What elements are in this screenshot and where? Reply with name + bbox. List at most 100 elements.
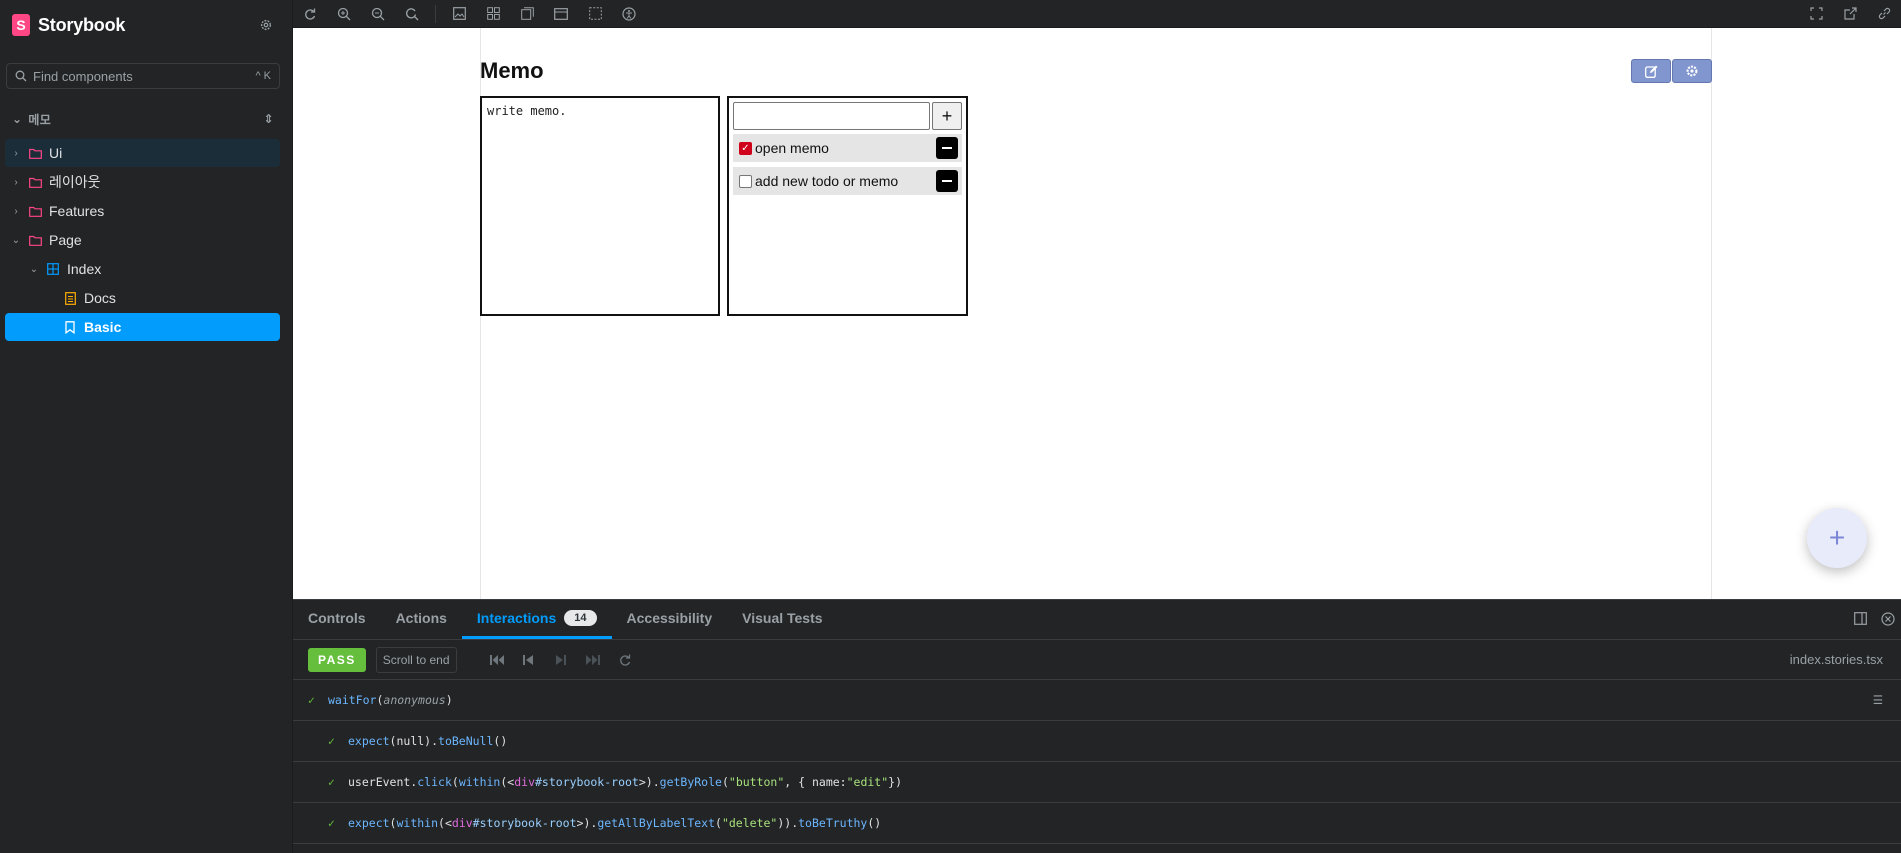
tab-label: Controls (308, 610, 366, 626)
section-header[interactable]: ⌄ 메모 ⇕ (12, 109, 274, 129)
interaction-count-badge: 14 (564, 610, 597, 626)
step-code: within (396, 816, 439, 830)
brand[interactable]: S Storybook (12, 14, 125, 36)
step-code: ) (445, 693, 453, 707)
scroll-to-end-button[interactable]: Scroll to end (375, 646, 457, 673)
grid-button[interactable] (476, 0, 510, 28)
floating-add-button[interactable]: + (1807, 508, 1867, 568)
remount-button[interactable] (293, 0, 327, 28)
panel-orientation-button[interactable] (1854, 612, 1867, 628)
tab-interactions[interactable]: Interactions 14 (461, 600, 612, 639)
folder-icon (28, 233, 42, 247)
gear-icon (1686, 65, 1698, 77)
tab-accessibility[interactable]: Accessibility (612, 600, 728, 639)
background-button[interactable] (510, 0, 544, 28)
tree-item-docs[interactable]: Docs (5, 284, 280, 312)
go-to-end-button[interactable] (583, 650, 603, 670)
todo-input[interactable] (733, 102, 931, 130)
step-code: "delete" (721, 816, 778, 830)
search-input[interactable] (33, 68, 250, 84)
interaction-step[interactable]: ✓ expect (null). toBeNull() (293, 721, 1901, 762)
step-code: expect (348, 734, 390, 748)
tree-item-ui[interactable]: › Ui (5, 139, 280, 167)
todo-item: ✓ open memo (733, 134, 962, 162)
step-code: div (514, 775, 535, 789)
step-code: waitFor (328, 693, 377, 707)
accessibility-button[interactable] (612, 0, 646, 28)
list-icon[interactable]: ☰ (1873, 693, 1883, 707)
grid-icon (486, 7, 500, 20)
viewport-button[interactable] (544, 0, 578, 28)
open-new-tab-button[interactable] (1833, 0, 1867, 28)
step-code: ( (721, 775, 729, 789)
step-code: )). (777, 816, 799, 830)
toolbar (293, 0, 1901, 28)
status-badge: PASS (308, 647, 366, 672)
interaction-step[interactable]: ✓ expect(within (< div #storybook-root >). ge… (293, 803, 1901, 844)
delete-todo-button[interactable] (936, 137, 958, 159)
tree-item-basic[interactable]: Basic (5, 313, 280, 341)
step-code: ( (715, 816, 722, 830)
interaction-step[interactable]: ✓ userEvent. click(within (< div #storybook-… (293, 762, 1901, 803)
tree-item-label: Docs (84, 290, 116, 306)
todo-text: add new todo or memo (755, 173, 899, 189)
step-forward-button[interactable] (551, 650, 571, 670)
zoom-in-icon (337, 7, 351, 20)
todo-checkbox[interactable]: ✓ (739, 141, 752, 155)
addon-panel: Controls Actions Interactions 14 Accessi… (293, 599, 1901, 853)
accessibility-icon (622, 6, 636, 21)
tree-item-layout[interactable]: › 레이아웃 (5, 168, 280, 196)
image-button[interactable] (442, 0, 476, 28)
tree-item-page[interactable]: ⌄ Page (5, 226, 280, 254)
todo-checkbox[interactable] (739, 174, 752, 188)
expand-collapse-icon[interactable]: ⇕ (264, 112, 274, 126)
step-code: , { name: (784, 775, 847, 789)
copy-link-button[interactable] (1867, 0, 1901, 28)
step-code: div (451, 816, 473, 830)
chevron-right-icon: › (14, 147, 18, 159)
zoom-reset-icon (406, 7, 419, 20)
skip-end-icon (585, 654, 600, 665)
step-code: anonymous (383, 693, 446, 707)
tree-item-index[interactable]: ⌄ Index (5, 255, 280, 283)
component-tree: › Ui › 레이아웃 › Features ⌄ Page ⌄ Index Do… (5, 139, 280, 342)
edit-button[interactable] (1631, 59, 1671, 83)
tab-label: Visual Tests (742, 610, 823, 626)
zoom-in-button[interactable] (327, 0, 361, 28)
add-todo-button[interactable]: + (932, 102, 962, 130)
step-back-button[interactable] (519, 650, 539, 670)
chevron-down-icon: ⌄ (29, 263, 39, 275)
image-icon (452, 7, 466, 20)
todo-item: add new todo or memo (733, 167, 962, 195)
delete-todo-button[interactable] (936, 170, 958, 192)
tab-controls[interactable]: Controls (293, 600, 381, 639)
outline-button[interactable] (578, 0, 612, 28)
interaction-step[interactable]: ✓ waitFor(anonymous) ☰ (293, 680, 1901, 721)
fullscreen-button[interactable] (1799, 0, 1833, 28)
zoom-out-button[interactable] (361, 0, 395, 28)
tree-item-label: Index (67, 261, 102, 277)
chevron-down-icon: ⌄ (12, 112, 23, 126)
rerun-button[interactable] (615, 650, 635, 670)
open-new-tab-icon (1843, 7, 1857, 20)
tree-item-label: Features (49, 203, 105, 219)
step-code: toBeNull (438, 734, 494, 748)
bookmark-icon (63, 320, 77, 334)
tab-visual-tests[interactable]: Visual Tests (727, 600, 837, 639)
step-code: #storybook-root (535, 775, 639, 789)
close-panel-button[interactable] (1881, 611, 1895, 629)
step-code: (< (500, 775, 515, 789)
zoom-reset-button[interactable] (395, 0, 429, 28)
tab-actions[interactable]: Actions (381, 600, 462, 639)
preview-canvas: Memo + ✓ open memo add new todo or memo … (293, 28, 1901, 599)
story-file-name[interactable]: index.stories.tsx (1790, 652, 1883, 667)
step-code: #storybook-root (472, 816, 577, 830)
memo-panel (480, 96, 720, 316)
tree-item-features[interactable]: › Features (5, 197, 280, 225)
go-to-start-button[interactable] (487, 650, 507, 670)
memo-textarea[interactable] (487, 104, 713, 308)
settings-button[interactable] (1672, 59, 1712, 83)
settings-button[interactable] (256, 15, 276, 35)
folder-icon (28, 146, 42, 160)
step-code: ( (451, 775, 459, 789)
